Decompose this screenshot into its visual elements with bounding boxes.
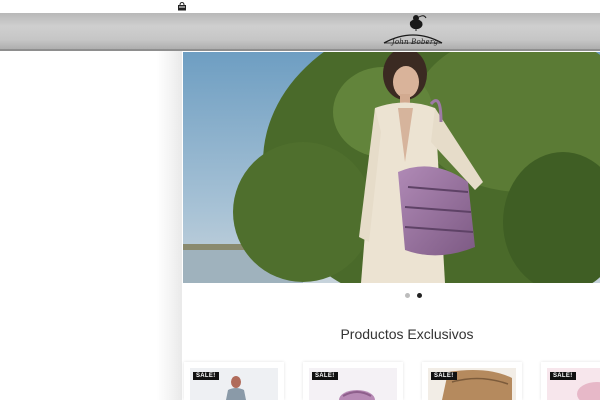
logo-wordmark: John Boberg	[391, 38, 439, 46]
product-card[interactable]: SALE!	[541, 362, 600, 400]
shopping-bag-icon[interactable]	[177, 2, 187, 11]
left-sidebar	[0, 51, 182, 400]
top-bar	[0, 0, 600, 13]
hero-image	[183, 52, 600, 283]
product-card[interactable]: SALE!	[422, 362, 522, 400]
sale-badge: SALE!	[312, 372, 338, 380]
slider-dot-2[interactable]	[417, 293, 422, 298]
section-title: Productos Exclusivos	[340, 326, 474, 342]
slider-dot-1[interactable]	[405, 293, 410, 298]
hero-slider[interactable]	[183, 52, 600, 283]
site-header	[0, 13, 600, 51]
sale-badge: SALE!	[431, 372, 457, 380]
sale-badge: SALE!	[550, 372, 576, 380]
slider-pagination	[405, 293, 422, 298]
product-card[interactable]: SALE!	[184, 362, 284, 400]
product-card[interactable]: SALE!	[303, 362, 403, 400]
sale-badge: SALE!	[193, 372, 219, 380]
